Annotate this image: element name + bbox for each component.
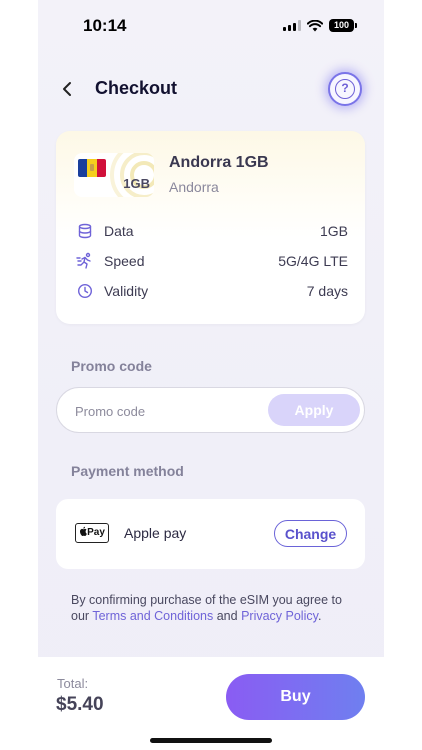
terms-text: By confirming purchase of the eSIM you a…: [71, 592, 356, 624]
apple-pay-badge-text: Pay: [87, 527, 105, 538]
question-icon: ?: [335, 79, 355, 99]
total-label: Total:: [57, 676, 89, 691]
total-value: $5.40: [56, 694, 104, 715]
plan-thumbnail: 1GB: [74, 153, 154, 197]
detail-value: 7 days: [306, 283, 348, 299]
back-button[interactable]: [60, 80, 76, 98]
payment-method-label: Apple pay: [124, 525, 187, 541]
promo-section-label: Promo code: [71, 358, 152, 374]
signal-icon: [283, 20, 301, 31]
speed-icon: [76, 252, 94, 270]
payment-method-card: Pay Apple pay Change: [56, 499, 365, 569]
wifi-icon: [307, 19, 323, 31]
detail-row-validity: Validity 7 days: [76, 281, 348, 301]
detail-label: Validity: [104, 283, 149, 299]
home-indicator: [150, 738, 272, 743]
detail-value: 5G/4G LTE: [278, 253, 348, 269]
database-icon: [76, 222, 94, 240]
header: Checkout ?: [38, 68, 384, 110]
detail-value: 1GB: [319, 223, 348, 239]
buy-button[interactable]: Buy: [226, 674, 365, 720]
terms-suffix: .: [317, 609, 322, 623]
help-button[interactable]: ?: [328, 72, 362, 106]
thumbnail-data-label: 1GB: [123, 176, 150, 191]
change-payment-button[interactable]: Change: [274, 520, 347, 547]
detail-row-speed: Speed 5G/4G LTE: [76, 251, 348, 271]
chevron-left-icon: [63, 82, 71, 96]
status-time: 10:14: [83, 16, 127, 35]
status-bar: 10:14 100: [38, 10, 384, 42]
battery-icon: 100: [329, 19, 357, 32]
status-icons: 100: [283, 19, 357, 32]
detail-label: Speed: [104, 253, 145, 269]
promo-code-input[interactable]: [75, 399, 255, 423]
apply-button[interactable]: Apply: [268, 394, 360, 426]
detail-row-data: Data 1GB: [76, 221, 348, 241]
privacy-link[interactable]: Privacy Policy: [241, 609, 318, 623]
detail-label: Data: [104, 223, 134, 239]
terms-joiner: and: [216, 609, 238, 623]
andorra-flag-icon: [78, 159, 106, 177]
apple-pay-icon: Pay: [75, 523, 109, 543]
clock-icon: [76, 282, 94, 300]
promo-code-field: Apply: [56, 387, 365, 433]
page-title: Checkout: [95, 78, 178, 98]
plan-card: 1GB Andorra 1GB Andorra Data 1GB Speed 5…: [56, 131, 365, 324]
screen-background: [38, 0, 384, 750]
plan-name: Andorra 1GB: [169, 154, 269, 171]
terms-link[interactable]: Terms and Conditions: [92, 609, 213, 623]
plan-country: Andorra: [169, 179, 219, 195]
payment-section-label: Payment method: [71, 463, 184, 479]
